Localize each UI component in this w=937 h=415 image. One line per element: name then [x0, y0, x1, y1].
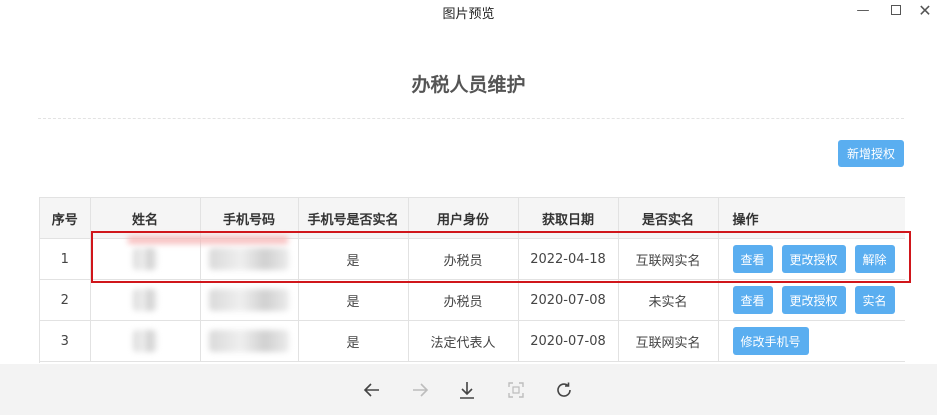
- row-date: 2020-07-08: [518, 320, 619, 362]
- table-row: 1 是 办税员 2022-04-18 互联网实名 查看 更改授权 解除: [40, 238, 905, 280]
- page-title: 办税人员维护: [411, 74, 526, 96]
- row-name-redacted: [90, 320, 201, 362]
- view-button[interactable]: 查看: [732, 245, 773, 273]
- rotate-icon[interactable]: [552, 378, 576, 402]
- row-actions: 查看 更改授权 解除: [718, 238, 905, 280]
- verify-real-name-button[interactable]: 实名: [854, 286, 895, 314]
- image-viewer-toolbar: [0, 364, 937, 415]
- col-header-actions: 操作: [718, 197, 905, 239]
- change-authorization-button[interactable]: 更改授权: [781, 245, 846, 273]
- row-actions: 查看 更改授权 实名: [718, 279, 905, 321]
- window-titlebar: 图片预览 — ✕: [0, 0, 937, 24]
- col-header-real-name: 是否实名: [618, 197, 719, 239]
- arrow-right-icon[interactable]: [408, 378, 432, 402]
- close-icon[interactable]: ✕: [910, 0, 937, 20]
- col-header-phone-verified: 手机号是否实名: [298, 197, 409, 239]
- row-real-name: 未实名: [618, 279, 719, 321]
- row-role: 办税员: [408, 279, 519, 321]
- fit-screen-icon[interactable]: [504, 378, 528, 402]
- row-phone-redacted: [200, 279, 299, 321]
- window-title: 图片预览: [442, 7, 495, 22]
- row-date: 2020-07-08: [518, 279, 619, 321]
- row-phone-verified: 是: [298, 320, 409, 362]
- row-name-redacted: [90, 238, 201, 280]
- add-authorization-button[interactable]: 新增授权: [838, 140, 904, 167]
- row-role: 法定代表人: [408, 320, 519, 362]
- col-header-index: 序号: [40, 197, 91, 239]
- download-icon[interactable]: [455, 378, 479, 402]
- row-index: 1: [40, 238, 91, 280]
- col-header-name: 姓名: [90, 197, 201, 239]
- arrow-left-icon[interactable]: [360, 378, 384, 402]
- minimize-icon[interactable]: —: [848, 0, 878, 20]
- row-date: 2022-04-18: [518, 238, 619, 280]
- row-phone-verified: 是: [298, 279, 409, 321]
- col-header-phone: 手机号码: [200, 197, 299, 239]
- row-phone-redacted: [200, 238, 299, 280]
- revoke-button[interactable]: 解除: [854, 245, 895, 273]
- row-phone-redacted: [200, 320, 299, 362]
- col-header-role: 用户身份: [408, 197, 519, 239]
- col-header-date: 获取日期: [518, 197, 619, 239]
- row-index: 3: [40, 320, 91, 362]
- table-row: 2 是 办税员 2020-07-08 未实名 查看 更改授权 实名: [40, 279, 905, 321]
- change-authorization-button[interactable]: 更改授权: [781, 286, 846, 314]
- table-row: 3 是 法定代表人 2020-07-08 互联网实名 修改手机号: [40, 320, 905, 362]
- row-index: 2: [40, 279, 91, 321]
- view-button[interactable]: 查看: [732, 286, 773, 314]
- row-real-name: 互联网实名: [618, 320, 719, 362]
- row-name-redacted: [90, 279, 201, 321]
- row-actions: 修改手机号: [718, 320, 905, 362]
- divider: [38, 118, 904, 119]
- maximize-icon[interactable]: [881, 0, 911, 20]
- table-header-row: 序号 姓名 手机号码 手机号是否实名 用户身份 获取日期 是否实名 操作: [40, 197, 905, 239]
- row-role: 办税员: [408, 238, 519, 280]
- row-real-name: 互联网实名: [618, 238, 719, 280]
- redaction-smear: [128, 236, 288, 244]
- row-phone-verified: 是: [298, 238, 409, 280]
- tax-staff-table: 序号 姓名 手机号码 手机号是否实名 用户身份 获取日期 是否实名 操作 1 是…: [39, 197, 905, 363]
- change-phone-button[interactable]: 修改手机号: [732, 327, 809, 355]
